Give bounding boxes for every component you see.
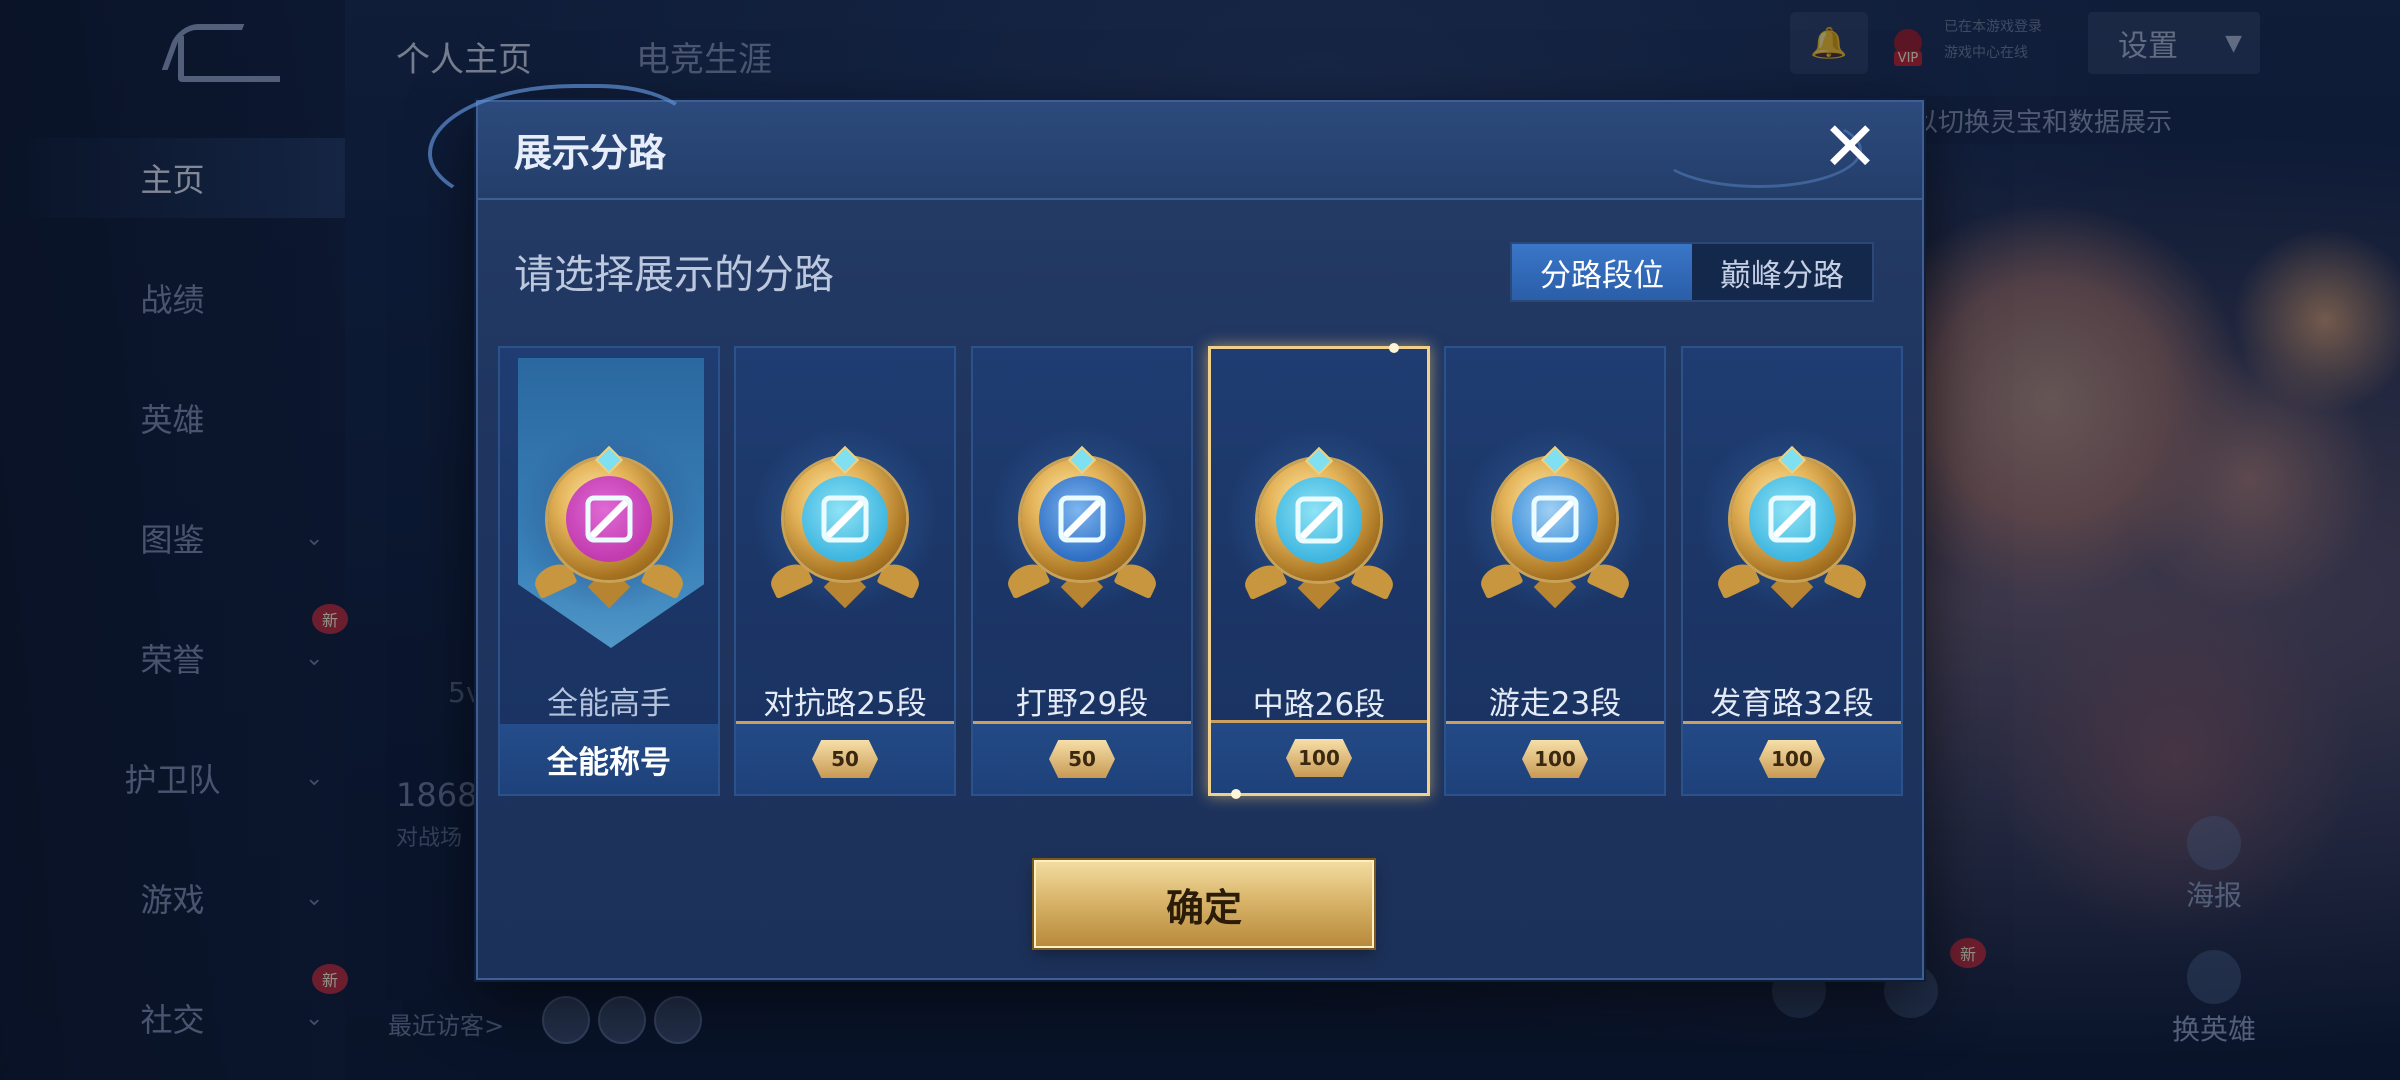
clash-lane-icon [750, 424, 940, 614]
jungle-icon [987, 424, 1177, 614]
star-count-badge: 100 [1759, 740, 1825, 778]
lane-card[interactable]: 游走23段 100 [1444, 346, 1666, 796]
star-count-badge: 50 [812, 740, 878, 778]
lane-display-dialog: 展示分路 ✕ 请选择展示的分路 分路段位 巅峰分路 全能高手 全能称号 对抗路25段… [428, 84, 1924, 980]
card-footer: 全能称号 [500, 724, 718, 794]
card-footer: 100 [1683, 721, 1901, 794]
lane-rank-label: 发育路32段 [1710, 686, 1874, 722]
card-footer: 100 [1211, 720, 1427, 793]
lane-rank-label: 打野29段 [1015, 686, 1149, 722]
confirm-button[interactable]: 确定 [1034, 860, 1374, 948]
lane-rank-label: 游走23段 [1488, 686, 1622, 722]
lane-card[interactable]: 全能高手 全能称号 [498, 346, 720, 796]
lane-card[interactable]: 打野29段 50 [971, 346, 1193, 796]
lane-rank-label: 全能高手 [547, 686, 671, 722]
card-footer: 50 [973, 721, 1191, 794]
dialog-header: 展示分路 ✕ [428, 84, 1922, 212]
lane-card[interactable]: 对抗路25段 50 [734, 346, 956, 796]
select-prompt: 请选择展示的分路 [514, 252, 834, 298]
lane-rank-label: 对抗路25段 [763, 686, 927, 722]
card-footer: 50 [736, 721, 954, 794]
tab-lane-rank[interactable]: 分路段位 [1512, 244, 1692, 300]
lane-rank-label: 中路26段 [1252, 687, 1386, 723]
lane-card[interactable]: 中路26段 100 [1208, 343, 1430, 799]
roam-icon [1460, 424, 1650, 614]
mid-lane-icon [1224, 425, 1414, 615]
all-round-icon [514, 424, 704, 614]
card-footer: 100 [1446, 721, 1664, 794]
title-label: 全能称号 [547, 744, 671, 781]
farm-lane-icon [1697, 424, 1887, 614]
tab-peak-lane[interactable]: 巅峰分路 [1692, 244, 1872, 300]
lane-mode-toggle: 分路段位 巅峰分路 [1510, 242, 1874, 302]
star-count-badge: 50 [1049, 740, 1115, 778]
lane-card[interactable]: 发育路32段 100 [1681, 346, 1903, 796]
star-count-badge: 100 [1286, 739, 1352, 777]
dialog-title: 展示分路 [514, 131, 667, 175]
star-count-badge: 100 [1522, 740, 1588, 778]
close-icon[interactable]: ✕ [1818, 114, 1882, 182]
